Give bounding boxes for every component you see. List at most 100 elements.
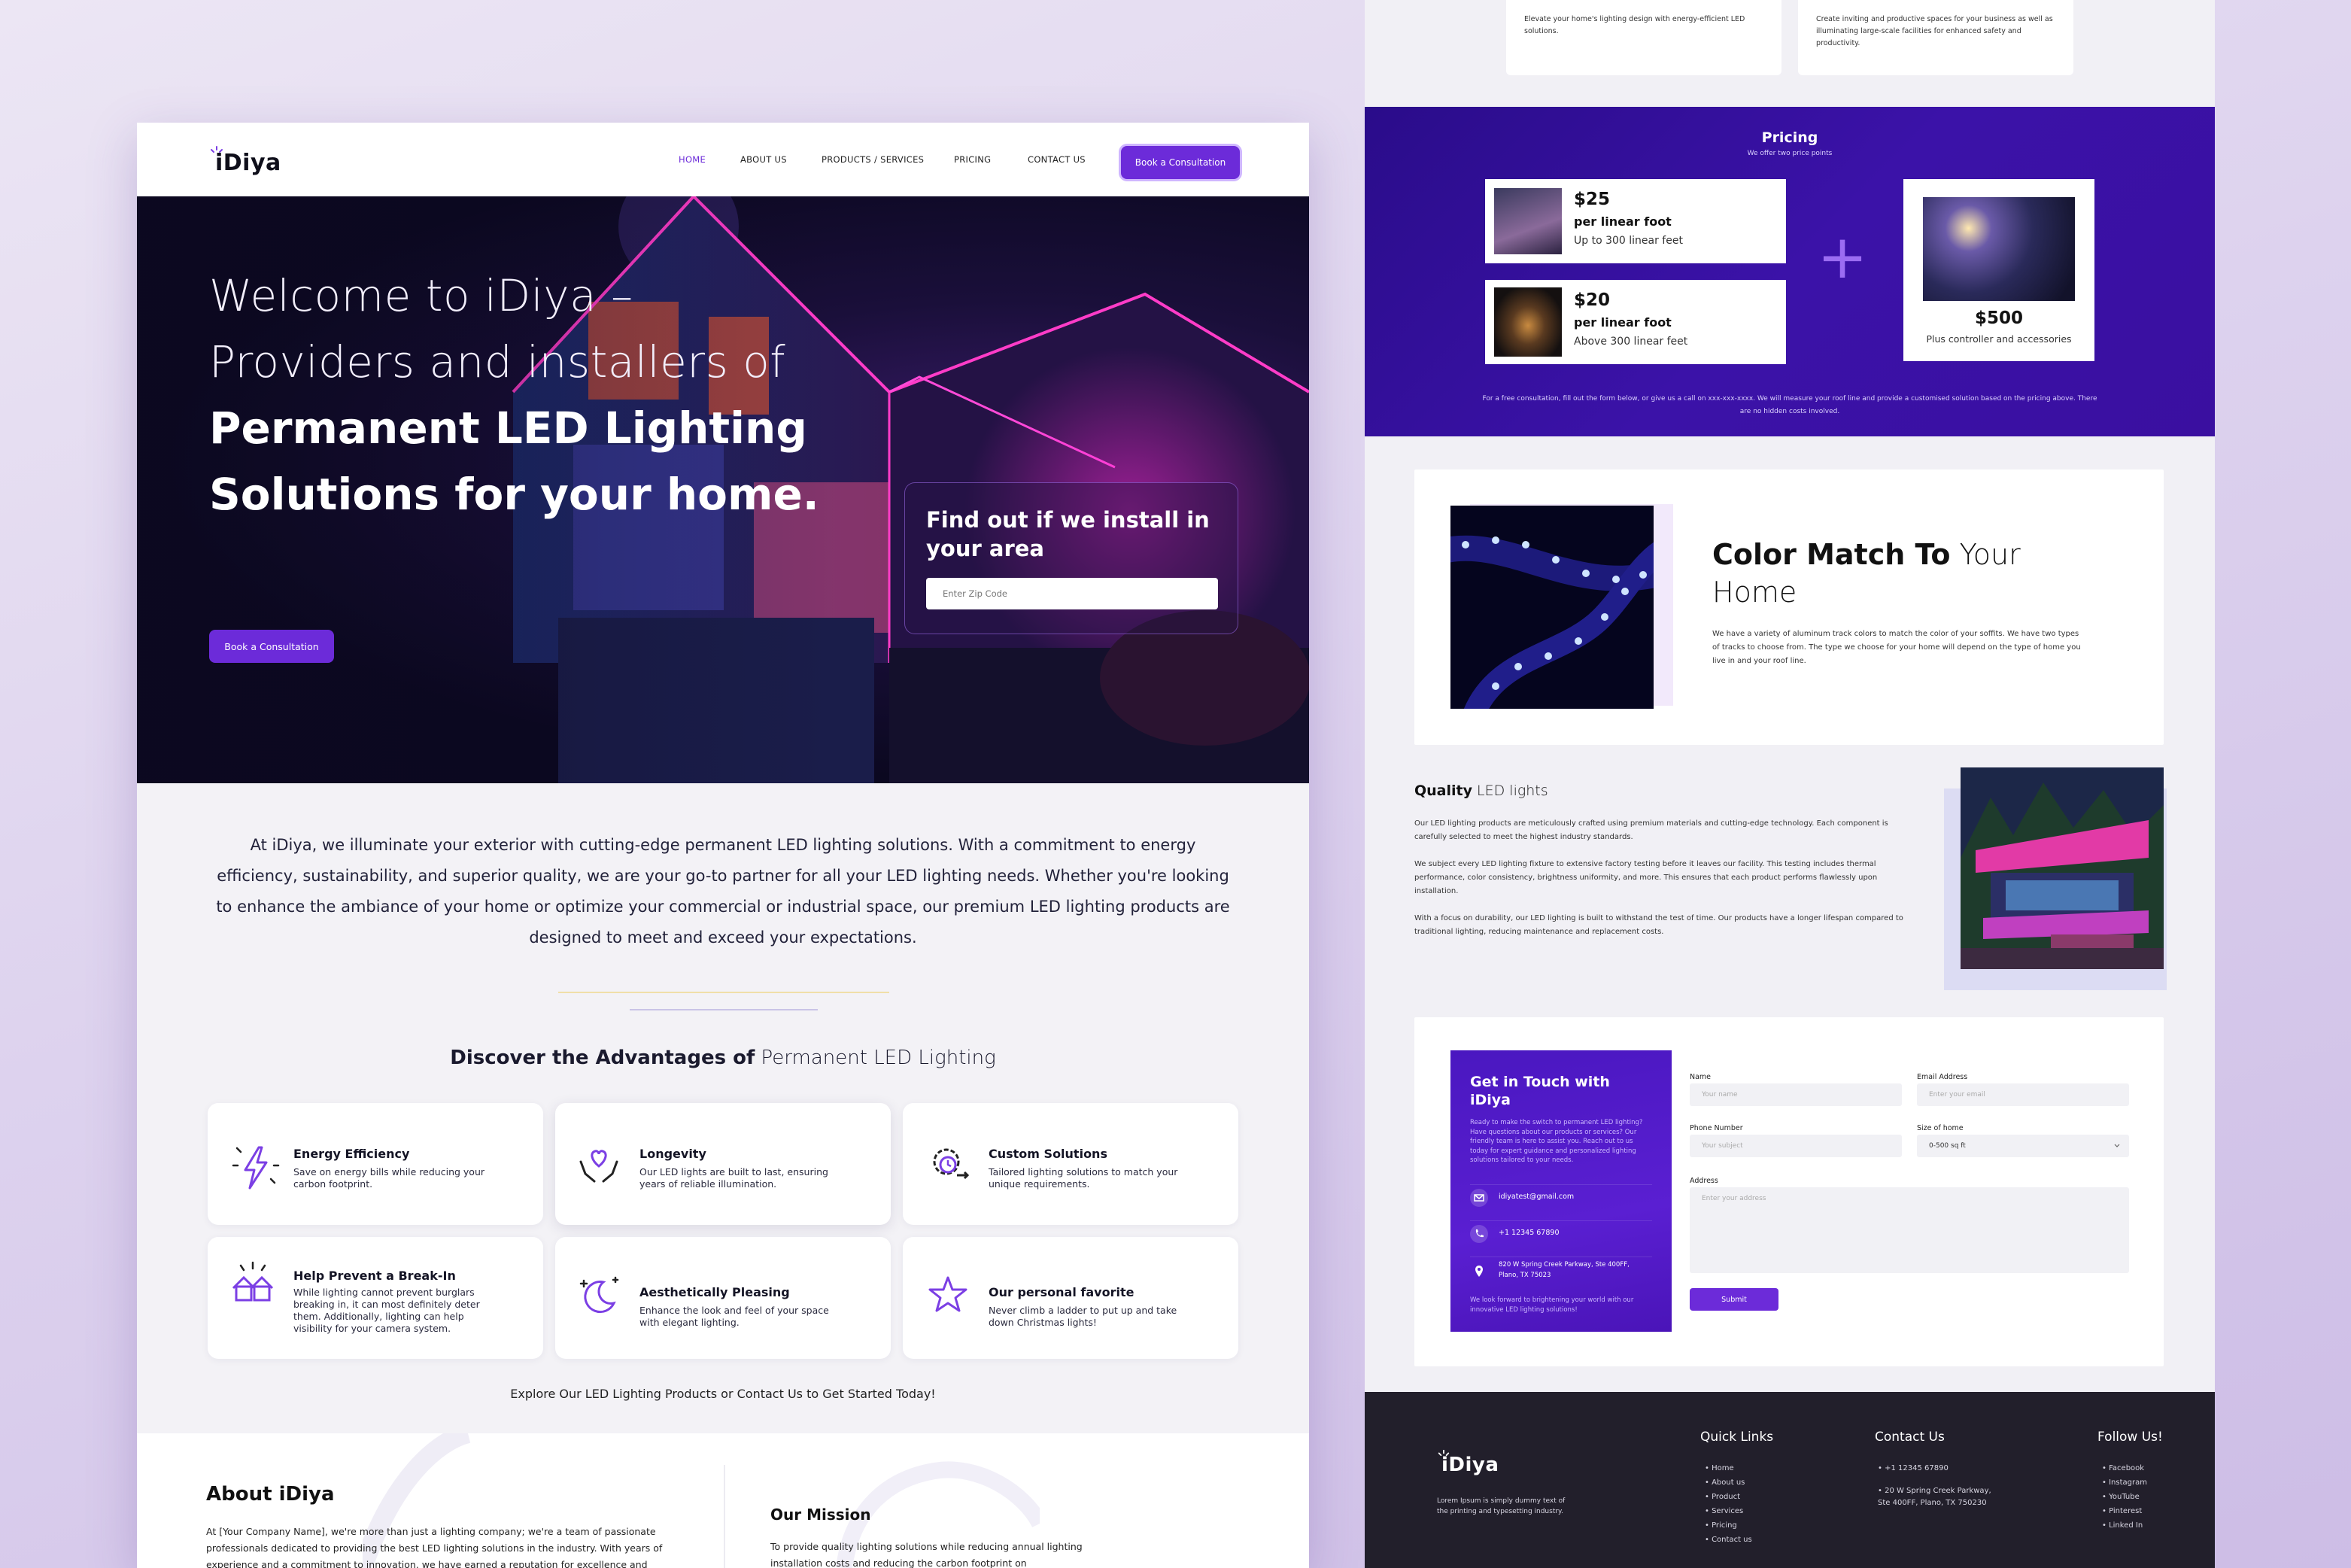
price-tier-note: Above 300 linear feet <box>1574 336 1688 348</box>
contact-email[interactable]: idiyatest@gmail.com <box>1499 1193 1574 1201</box>
zip-code-input[interactable] <box>926 578 1218 609</box>
contact-phone[interactable]: +1 12345 67890 <box>1499 1229 1560 1237</box>
social-link-pinterest[interactable]: • Pinterest <box>2102 1504 2147 1518</box>
advantage-card: Our personal favorite Never climb a ladd… <box>903 1237 1238 1359</box>
home-size-value: 0-500 sq ft <box>1929 1142 1966 1150</box>
price-tier-card[interactable]: $25 per linear foot Up to 300 linear fee… <box>1485 179 1786 263</box>
social-link-youtube[interactable]: • YouTube <box>2102 1490 2147 1504</box>
footer-phone[interactable]: • +1 12345 67890 <box>1878 1461 1949 1475</box>
hero-heading-line-3: Permanent LED Lighting <box>209 403 807 454</box>
footer-link-services[interactable]: • Services <box>1705 1504 1752 1518</box>
submit-button[interactable]: Submit <box>1690 1288 1778 1311</box>
advantage-desc: While lighting cannot prevent burglars b… <box>293 1287 480 1334</box>
nav-pricing[interactable]: PRICING <box>954 154 991 165</box>
phone-label: Phone Number <box>1690 1124 1743 1132</box>
advantage-card: Custom Solutions Tailored lighting solut… <box>903 1103 1238 1225</box>
hero-consultation-button[interactable]: Book a Consultation <box>209 630 334 663</box>
hero-heading-line-2: Providers and installers of <box>209 336 786 387</box>
top-navbar: iDiya HOME ABOUT US PRODUCTS / SERVICES … <box>137 123 1309 196</box>
hero-heading-line-1: Welcome to iDiya – <box>209 270 633 321</box>
footer-link-contact[interactable]: • Contact us <box>1705 1533 1752 1547</box>
color-match-section: Color Match To Your Home We have a varie… <box>1414 469 2164 745</box>
footer-link-label: Home <box>1712 1464 1734 1472</box>
nav-home[interactable]: HOME <box>679 154 706 165</box>
footer-link-home[interactable]: • Home <box>1705 1461 1752 1475</box>
nav-contact[interactable]: CONTACT US <box>1028 154 1086 165</box>
color-match-title-light: Your <box>1959 538 2021 571</box>
mail-icon <box>1470 1189 1488 1207</box>
advantages-title-light: Permanent LED Lighting <box>761 1047 996 1069</box>
home-size-label: Size of home <box>1917 1124 1964 1132</box>
contact-info-panel: Get in Touch with iDiya Ready to make th… <box>1450 1050 1672 1332</box>
contact-section: Get in Touch with iDiya Ready to make th… <box>1414 1017 2164 1366</box>
pricing-subtitle: We offer two price points <box>1747 150 1833 157</box>
about-divider <box>724 1465 725 1568</box>
footer-link-about[interactable]: • About us <box>1705 1475 1752 1490</box>
service-card-text: Create inviting and productive spaces fo… <box>1816 15 2053 47</box>
hero-section: Welcome to iDiya – Providers and install… <box>137 196 1309 783</box>
advantage-desc: Save on energy bills while reducing your… <box>293 1166 485 1190</box>
advantage-title: Energy Efficiency <box>293 1147 410 1161</box>
intro-paragraph: At iDiya, we illuminate your exterior wi… <box>216 836 1230 947</box>
color-match-title: Color Match To Your Home <box>1712 536 2021 611</box>
nav-consultation-button[interactable]: Book a Consultation <box>1121 146 1240 179</box>
plus-sign: + <box>1817 222 1868 292</box>
service-card: Elevate your home's lighting design with… <box>1506 0 1781 75</box>
social-link-label: Pinterest <box>2109 1507 2143 1515</box>
nav-about[interactable]: ABOUT US <box>740 154 787 165</box>
contact-title: Get in Touch with iDiya <box>1470 1074 1610 1108</box>
footer-link-label: About us <box>1712 1478 1745 1487</box>
divider-line-2 <box>630 1009 818 1010</box>
advantage-card: Help Prevent a Break-In While lighting c… <box>208 1237 543 1359</box>
advantage-desc: Our LED lights are built to last, ensuri… <box>639 1166 828 1190</box>
quality-paragraph: Our LED lighting products are meticulous… <box>1414 819 1888 841</box>
advantage-title: Aesthetically Pleasing <box>639 1285 790 1299</box>
social-link-label: Instagram <box>2109 1478 2147 1487</box>
footer-link-label: Pricing <box>1712 1521 1737 1530</box>
social-link-facebook[interactable]: • Facebook <box>2102 1461 2147 1475</box>
quality-paragraph: We subject every LED lighting fixture to… <box>1414 860 1878 895</box>
contact-address: 820 W Spring Creek Parkway, Ste 400FF, P… <box>1499 1261 1630 1279</box>
explore-cta-text[interactable]: Explore Our LED Lighting Products or Con… <box>137 1387 1309 1401</box>
phone-icon <box>1470 1225 1488 1243</box>
footer-link-label: Product <box>1712 1493 1741 1501</box>
social-link-linkedin[interactable]: • Linked In <box>2102 1518 2147 1533</box>
contact-divider <box>1470 1184 1652 1185</box>
logo[interactable]: iDiya <box>209 145 292 176</box>
email-label: Email Address <box>1917 1073 1968 1081</box>
advantages-title: Discover the Advantages of Permanent LED… <box>137 1047 1309 1069</box>
service-card: Create inviting and productive spaces fo… <box>1798 0 2073 75</box>
addon-card[interactable]: $500 Plus controller and accessories <box>1903 179 2094 361</box>
service-card-text: Elevate your home's lighting design with… <box>1524 15 1745 35</box>
gear-clock-icon <box>933 1148 970 1180</box>
nav-products[interactable]: PRODUCTS / SERVICES <box>822 154 924 165</box>
advantage-title: Our personal favorite <box>989 1285 1134 1299</box>
heart-hands-icon <box>579 1150 618 1183</box>
phone-input[interactable]: Your subject <box>1690 1135 1902 1157</box>
footer-address-text: 20 W Spring Creek Parkway, Ste 400FF, Pl… <box>1878 1487 1991 1507</box>
footer-link-product[interactable]: • Product <box>1705 1490 1752 1504</box>
divider-line <box>558 992 889 993</box>
advantage-desc: Tailored lighting solutions to match you… <box>989 1166 1178 1190</box>
footer-logo-text: iDiya <box>1441 1454 1499 1476</box>
pricing-section: Pricing We offer two price points $25 pe… <box>1365 107 2215 436</box>
footer-logo[interactable]: iDiya <box>1437 1449 1520 1479</box>
footer-link-label: Services <box>1712 1507 1744 1515</box>
color-match-title-bold: Color Match To <box>1712 538 1951 571</box>
social-link-instagram[interactable]: • Instagram <box>2102 1475 2147 1490</box>
star-icon <box>928 1276 967 1312</box>
email-input[interactable]: Enter your email <box>1917 1083 2129 1106</box>
name-input[interactable]: Your name <box>1690 1083 1902 1106</box>
price-tier-card[interactable]: $20 per linear foot Above 300 linear fee… <box>1485 280 1786 364</box>
advantage-title: Longevity <box>639 1147 706 1161</box>
footer-link-pricing[interactable]: • Pricing <box>1705 1518 1752 1533</box>
house-alert-icon <box>232 1261 274 1302</box>
about-text: At [Your Company Name], we're more than … <box>206 1526 663 1568</box>
address-textarea[interactable]: Enter your address <box>1690 1187 2129 1273</box>
advantage-desc: Enhance the look and feel of your space … <box>639 1305 829 1328</box>
social-link-label: YouTube <box>2109 1493 2140 1501</box>
chevron-down-icon <box>2114 1144 2120 1147</box>
contact-intro: Ready to make the switch to permanent LE… <box>1470 1119 1643 1164</box>
home-size-select[interactable]: 0-500 sq ft <box>1917 1135 2129 1157</box>
quick-links-title: Quick Links <box>1700 1430 1774 1445</box>
